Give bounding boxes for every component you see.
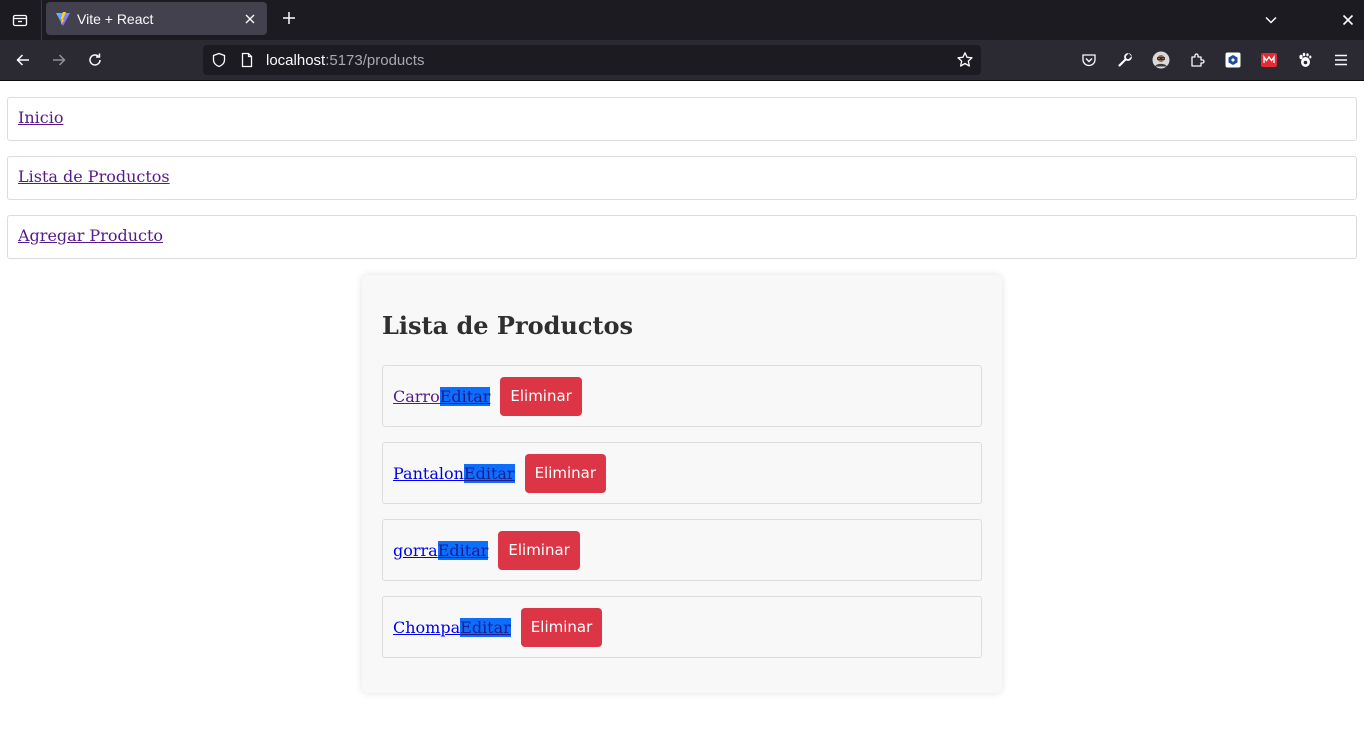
nav-link-lista-productos[interactable]: Lista de Productos: [18, 167, 170, 186]
nav-item-inicio: Inicio: [7, 97, 1357, 141]
product-name-link[interactable]: Carro: [393, 387, 440, 406]
avatar[interactable]: [1149, 48, 1173, 72]
extension-hex-icon[interactable]: [1221, 48, 1245, 72]
url-path: :5173/products: [325, 52, 425, 69]
vite-favicon-icon: [56, 11, 70, 26]
product-item: Carro Editar Eliminar: [382, 365, 982, 427]
delete-button[interactable]: Eliminar: [524, 453, 607, 493]
tab-list-icon[interactable]: [0, 0, 40, 40]
url-bar[interactable]: localhost:5173/products: [203, 45, 981, 75]
pocket-icon[interactable]: [1077, 48, 1101, 72]
forward-arrow-icon[interactable]: [47, 48, 71, 72]
navigation-toolbar: localhost:5173/products: [0, 40, 1364, 81]
tab-title: Vite + React: [77, 10, 154, 27]
chevron-down-icon[interactable]: [1259, 8, 1283, 32]
nav-item-lista-productos: Lista de Productos: [7, 156, 1357, 200]
delete-button[interactable]: Eliminar: [498, 530, 580, 570]
product-name-link[interactable]: Chompa: [393, 618, 460, 637]
product-name-link[interactable]: gorra: [393, 541, 438, 560]
new-tab-icon[interactable]: [277, 6, 301, 30]
product-list-card: Lista de Productos Carro Editar Eliminar …: [362, 275, 1002, 693]
star-icon[interactable]: [956, 51, 974, 69]
product-list-title: Lista de Productos: [382, 311, 634, 340]
hamburger-menu-icon[interactable]: [1329, 48, 1353, 72]
reload-icon[interactable]: [83, 48, 107, 72]
shield-icon[interactable]: [211, 52, 227, 68]
page-icon[interactable]: [239, 52, 255, 68]
product-item: Chompa Editar Eliminar: [382, 596, 982, 658]
tab-bar: Vite + React: [0, 0, 1364, 40]
active-tab[interactable]: Vite + React: [46, 2, 267, 35]
edit-link[interactable]: Editar: [437, 540, 489, 560]
wrench-icon[interactable]: [1113, 48, 1137, 72]
url-host: localhost: [266, 52, 326, 69]
delete-button[interactable]: Eliminar: [500, 376, 582, 416]
extension-red-icon[interactable]: [1257, 48, 1281, 72]
product-item: gorra Editar Eliminar: [382, 519, 982, 581]
nav-item-agregar-producto: Agregar Producto: [7, 215, 1357, 259]
puzzle-icon[interactable]: [1185, 48, 1209, 72]
tab-separator: [41, 0, 42, 40]
url-text[interactable]: localhost:5173/products: [266, 52, 424, 69]
delete-button[interactable]: Eliminar: [520, 607, 603, 647]
edit-link[interactable]: Editar: [439, 386, 491, 406]
edit-link[interactable]: Editar: [463, 463, 515, 483]
window-close-icon[interactable]: [1336, 8, 1360, 32]
tab-close-icon[interactable]: [238, 7, 262, 31]
product-item: Pantalon Editar Eliminar: [382, 442, 982, 504]
product-name-link[interactable]: Pantalon: [393, 464, 464, 483]
nav-link-agregar-producto[interactable]: Agregar Producto: [18, 226, 163, 245]
extension-gnome-icon[interactable]: [1293, 48, 1317, 72]
edit-link[interactable]: Editar: [460, 617, 511, 637]
nav-link-inicio[interactable]: Inicio: [18, 108, 63, 127]
back-arrow-icon[interactable]: [11, 48, 35, 72]
